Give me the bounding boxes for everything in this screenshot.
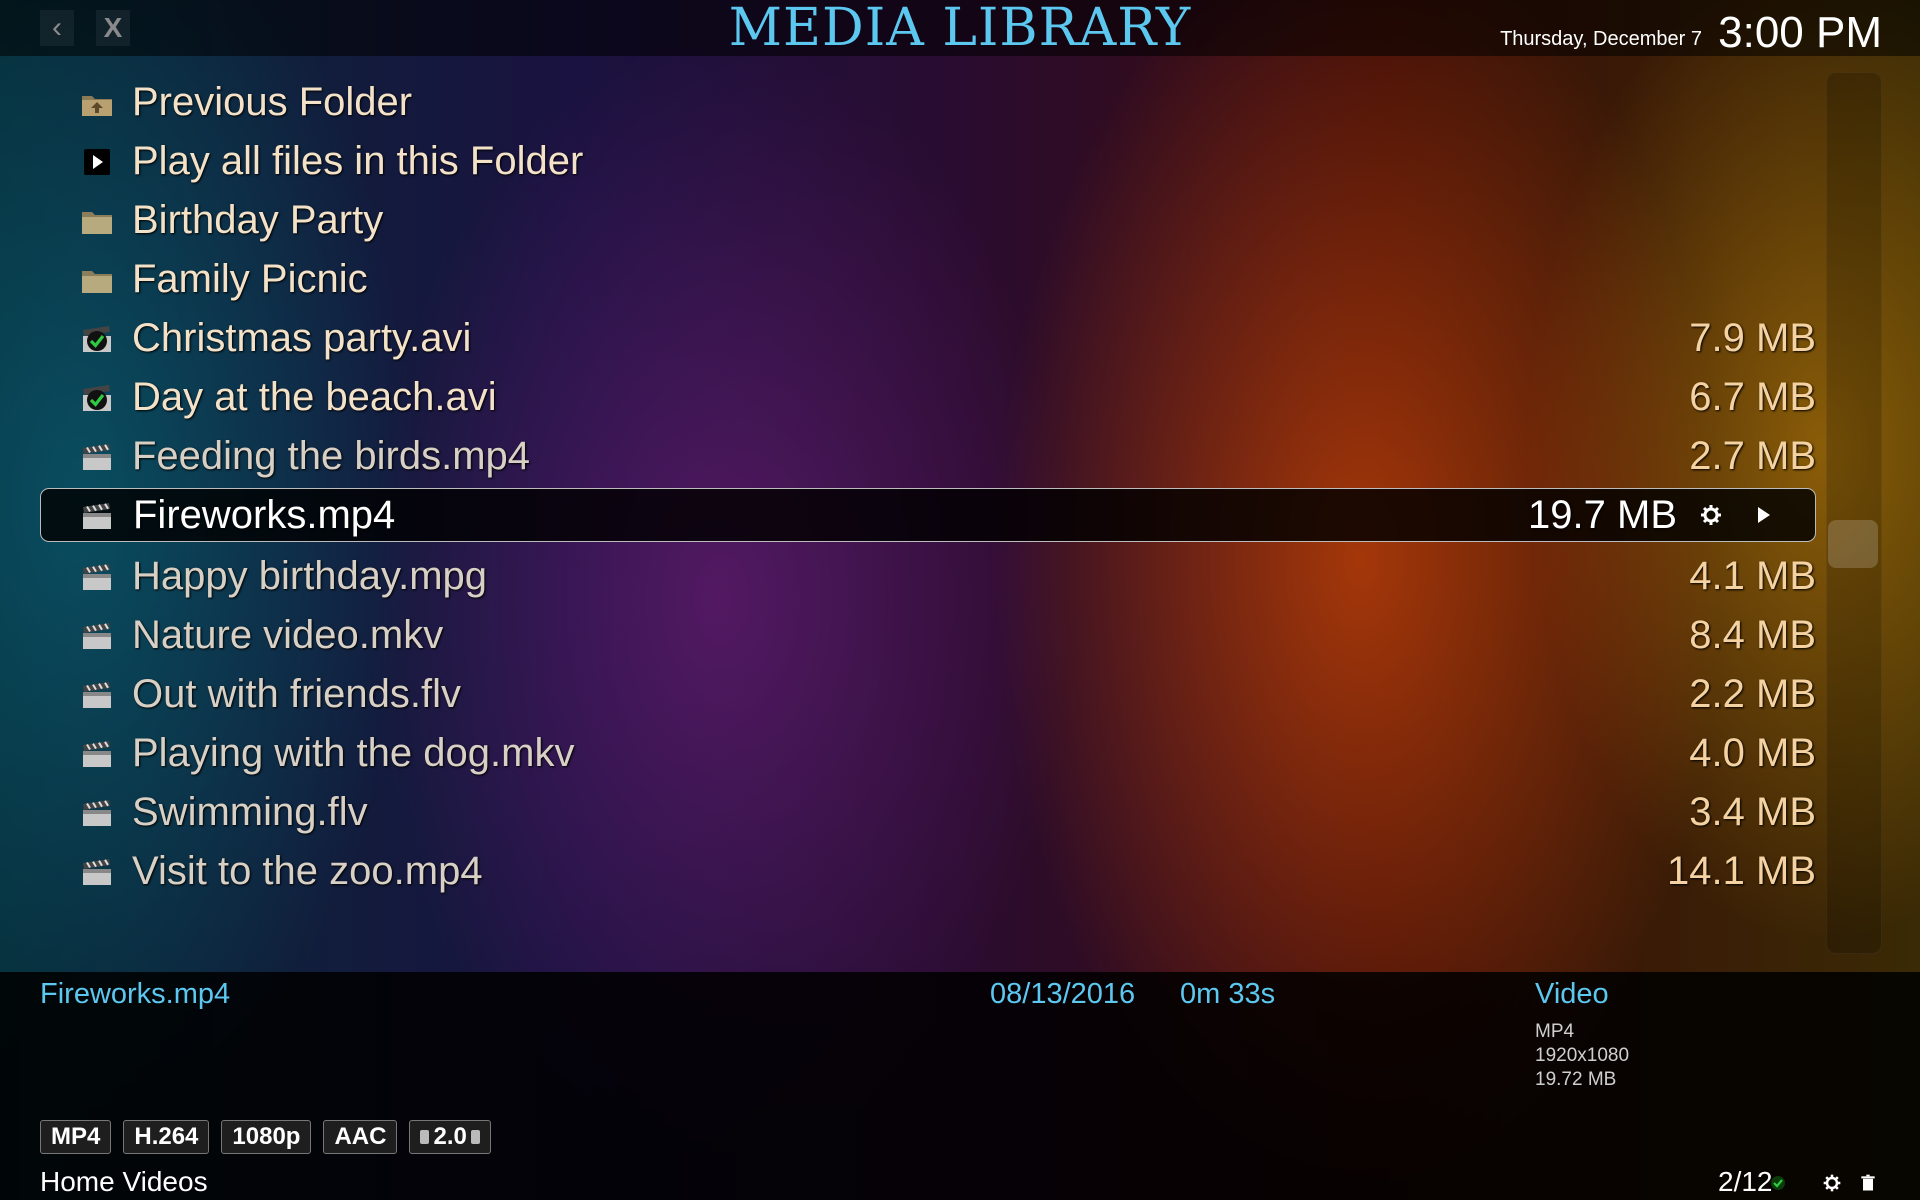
list-item-size: 4.0 MB (1689, 731, 1816, 775)
info-meta: MP4 1920x1080 19.72 MB (1535, 1020, 1629, 1092)
list-item[interactable]: Playing with the dog.mkv 4.0 MB (40, 724, 1816, 783)
speaker-icon (420, 1130, 430, 1144)
trash-icon[interactable] (1858, 1173, 1878, 1193)
flag-container: MP4 (40, 1120, 112, 1154)
list-item-name: Happy birthday.mpg (132, 554, 487, 598)
list-item-name: Day at the beach.avi (132, 375, 497, 419)
item-counter: 2/12 (1718, 1166, 1773, 1197)
date-label: Thursday, December 7 (1500, 28, 1702, 50)
list-item[interactable]: Visit to the zoo.mp4 14.1 MB (40, 842, 1816, 901)
list-item[interactable]: Play all files in this Folder (40, 132, 1816, 191)
list-item[interactable]: Christmas party.avi 7.9 MB (40, 309, 1816, 368)
list-item-size: 2.7 MB (1689, 434, 1816, 478)
speaker-icon (470, 1130, 480, 1144)
file-list: Previous Folder Play all files in this Fo… (40, 73, 1816, 901)
list-item-name: Out with friends.flv (132, 672, 462, 716)
info-resolution: 1920x1080 (1535, 1045, 1630, 1066)
clapperboard-icon (80, 621, 114, 651)
flag-resolution: 1080p (221, 1120, 312, 1154)
list-item-size: 4.1 MB (1689, 554, 1816, 598)
info-filesize: 19.72 MB (1535, 1069, 1617, 1090)
list-item-name: Christmas party.avi (132, 316, 472, 360)
clapperboard-icon (80, 798, 114, 828)
flag-audio-codec: AAC (323, 1120, 398, 1154)
section-label: Home Videos (40, 1166, 208, 1197)
list-item[interactable]: Birthday Party (40, 191, 1816, 250)
list-item[interactable]: Happy birthday.mpg 4.1 MB (40, 547, 1816, 606)
list-item[interactable]: Day at the beach.avi 6.7 MB (40, 368, 1816, 427)
list-item-name: Fireworks.mp4 (133, 493, 396, 537)
list-item[interactable]: Fireworks.mp4 19.7 MB (40, 488, 1816, 542)
list-item-name: Visit to the zoo.mp4 (132, 849, 483, 893)
watched-video-icon (80, 383, 114, 413)
list-item-name: Nature video.mkv (132, 613, 444, 657)
list-item-name: Family Picnic (132, 257, 368, 301)
check-icon (1771, 1176, 1785, 1190)
clapperboard-icon (80, 857, 114, 887)
info-container: MP4 (1535, 1021, 1575, 1042)
item-settings-icon[interactable] (1699, 503, 1723, 527)
clock: 3:00 PM (1718, 8, 1882, 57)
folder-icon (80, 265, 114, 295)
media-flags: MP4 H.264 1080p AAC 2.0 (40, 1120, 491, 1154)
list-item-size: 2.2 MB (1689, 672, 1816, 716)
scrollbar[interactable] (1826, 72, 1882, 954)
list-item[interactable]: Out with friends.flv 2.2 MB (40, 665, 1816, 724)
flag-video-codec: H.264 (123, 1120, 210, 1154)
list-item-size: 3.4 MB (1689, 790, 1816, 834)
clapperboard-icon (80, 680, 114, 710)
list-item-name: Previous Folder (132, 80, 413, 124)
play-icon (80, 147, 114, 177)
list-item[interactable]: Previous Folder (40, 73, 1816, 132)
list-item-name: Playing with the dog.mkv (132, 731, 575, 775)
list-item-size: 14.1 MB (1667, 849, 1816, 893)
folder-icon (80, 206, 114, 236)
list-item-size: 19.7 MB (1528, 493, 1677, 537)
clapperboard-icon (80, 562, 114, 592)
list-item[interactable]: Feeding the birds.mp4 2.7 MB (40, 427, 1816, 486)
settings-gear-icon[interactable] (1822, 1173, 1842, 1193)
list-item[interactable]: Family Picnic (40, 250, 1816, 309)
list-item[interactable]: Nature video.mkv 8.4 MB (40, 606, 1816, 665)
info-type: Video (1535, 978, 1609, 1010)
clapperboard-icon (80, 442, 114, 472)
flag-channels-label: 2.0 (433, 1123, 467, 1150)
list-item[interactable]: Swimming.flv 3.4 MB (40, 783, 1816, 842)
clapperboard-icon (80, 501, 114, 531)
list-item-size: 8.4 MB (1689, 613, 1816, 657)
info-duration: 0m 33s (1180, 978, 1276, 1010)
item-play-icon[interactable] (1751, 503, 1775, 527)
info-date: 08/13/2016 (990, 978, 1136, 1010)
clapperboard-icon (80, 739, 114, 769)
scrollbar-thumb[interactable] (1828, 520, 1878, 568)
flag-audio-channels: 2.0 (409, 1120, 491, 1154)
list-item-name: Feeding the birds.mp4 (132, 434, 531, 478)
info-filename: Fireworks.mp4 (40, 978, 231, 1010)
list-item-size: 7.9 MB (1689, 316, 1816, 360)
watched-video-icon (80, 324, 114, 354)
info-panel (0, 972, 1920, 1200)
folder-up-icon (80, 88, 114, 118)
list-item-name: Birthday Party (132, 198, 384, 242)
list-item-size: 6.7 MB (1689, 375, 1816, 419)
list-item-name: Swimming.flv (132, 790, 368, 834)
list-item-name: Play all files in this Folder (132, 139, 584, 183)
